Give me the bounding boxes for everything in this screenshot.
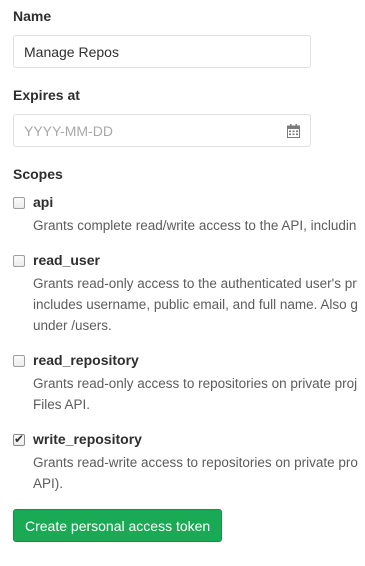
calendar-icon[interactable] <box>287 124 300 138</box>
scope-read-repository-checkbox[interactable] <box>13 355 25 367</box>
checkmark-icon: ✔ <box>14 432 25 446</box>
expires-input[interactable]: YYYY-MM-DD <box>13 114 311 147</box>
scope-read-user-checkbox[interactable] <box>13 255 25 267</box>
scope-write-repository-name[interactable]: write_repository <box>33 431 142 447</box>
scope-api-name[interactable]: api <box>33 194 53 210</box>
create-token-button[interactable]: Create personal access token <box>13 509 223 542</box>
scope-write-repository-checkbox[interactable]: ✔ <box>13 432 25 446</box>
name-input-value: Manage Repos <box>24 43 119 60</box>
scopes-label: Scopes <box>13 166 63 182</box>
scope-read-user-description: Grants read-only access to the authentic… <box>33 276 358 333</box>
name-input[interactable]: Manage Repos <box>13 35 311 68</box>
token-form: Name Manage Repos Expires at YYYY-MM-DD … <box>0 0 365 566</box>
scope-write-repository-description: Grants read-write access to repositories… <box>33 455 358 491</box>
scope-read-user-name[interactable]: read_user <box>33 252 100 268</box>
scope-read-repository-description: Grants read-only access to repositories … <box>33 376 358 412</box>
scope-api-checkbox[interactable] <box>13 197 25 209</box>
expires-placeholder: YYYY-MM-DD <box>24 122 113 139</box>
scope-read-repository-name[interactable]: read_repository <box>33 352 139 368</box>
expires-label: Expires at <box>13 87 80 103</box>
name-label: Name <box>13 8 52 24</box>
scope-api-description: Grants complete read/write access to the… <box>33 218 357 233</box>
